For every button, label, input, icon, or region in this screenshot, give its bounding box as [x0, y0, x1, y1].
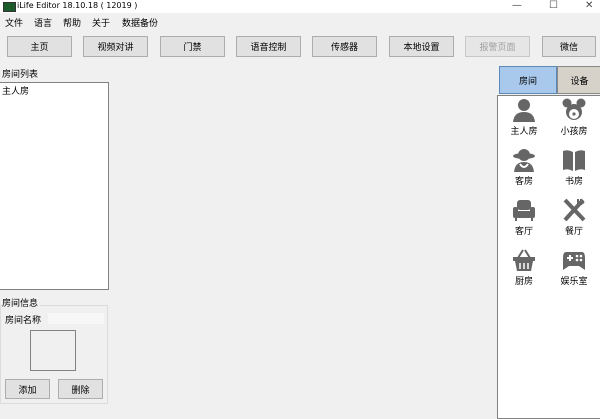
- armchair-icon: [513, 200, 535, 221]
- menu-language[interactable]: 语言: [34, 16, 52, 29]
- room-label: 娱乐室: [560, 277, 588, 287]
- room-label: 小孩房: [560, 127, 588, 137]
- person-icon: [513, 99, 535, 122]
- room-label: 主人房: [510, 127, 538, 137]
- tab-devices[interactable]: 设备: [557, 66, 600, 94]
- room-label: 客房: [514, 177, 533, 187]
- room-list[interactable]: 主人房: [0, 82, 109, 290]
- menu-about[interactable]: 关于: [92, 16, 110, 29]
- room-kitchen[interactable]: 厨房: [499, 248, 549, 287]
- home-button[interactable]: 主页: [7, 36, 72, 57]
- gamepad-icon: [563, 252, 585, 270]
- room-game-room[interactable]: 娱乐室: [549, 248, 599, 287]
- wechat-button[interactable]: 微信: [542, 36, 596, 57]
- add-button[interactable]: 添加: [5, 379, 50, 399]
- close-button[interactable]: ✕: [585, 0, 593, 11]
- alarm-page-button: 报警页面: [465, 36, 530, 57]
- title-bar: iLife Editor 18.10.18 ( 12019 ) — ☐ ✕: [0, 0, 600, 13]
- room-guest-room[interactable]: 客房: [499, 148, 549, 187]
- window-title: iLife Editor 18.10.18 ( 12019 ): [17, 1, 138, 10]
- voice-control-button[interactable]: 语音控制: [236, 36, 301, 57]
- basket-icon: [513, 249, 535, 271]
- tab-rooms[interactable]: 房间: [499, 66, 557, 94]
- book-icon: [563, 150, 585, 171]
- room-living-room[interactable]: 客厅: [499, 198, 549, 237]
- app-icon: [3, 2, 16, 12]
- delete-button[interactable]: 删除: [58, 379, 103, 399]
- room-label: 厨房: [514, 277, 533, 287]
- room-list-label: 房间列表: [2, 70, 39, 80]
- mouse-face-icon: [562, 98, 586, 120]
- room-info-label: 房间信息: [2, 296, 41, 309]
- room-dining-room[interactable]: 餐厅: [549, 198, 599, 237]
- list-item[interactable]: 主人房: [0, 83, 108, 98]
- guest-icon: [513, 149, 535, 172]
- room-master-bedroom[interactable]: 主人房: [499, 98, 549, 137]
- room-label: 客厅: [514, 227, 533, 237]
- room-kids-room[interactable]: 小孩房: [549, 98, 599, 137]
- menu-data-backup[interactable]: 数据备份: [122, 16, 158, 29]
- room-name-input[interactable]: [48, 313, 104, 324]
- room-image-preview[interactable]: [30, 330, 76, 371]
- maximize-button[interactable]: ☐: [549, 0, 558, 11]
- fork-knife-icon: [563, 198, 586, 222]
- sensor-button[interactable]: 传感器: [312, 36, 377, 57]
- video-intercom-button[interactable]: 视频对讲: [83, 36, 148, 57]
- room-label: 餐厅: [564, 227, 583, 237]
- room-study[interactable]: 书房: [549, 148, 599, 187]
- access-control-button[interactable]: 门禁: [160, 36, 225, 57]
- room-name-label: 房间名称: [5, 316, 42, 326]
- menu-help[interactable]: 帮助: [63, 16, 81, 29]
- local-settings-button[interactable]: 本地设置: [389, 36, 454, 57]
- menu-file[interactable]: 文件: [5, 16, 23, 29]
- room-label: 书房: [564, 177, 583, 187]
- minimize-button[interactable]: —: [512, 0, 522, 11]
